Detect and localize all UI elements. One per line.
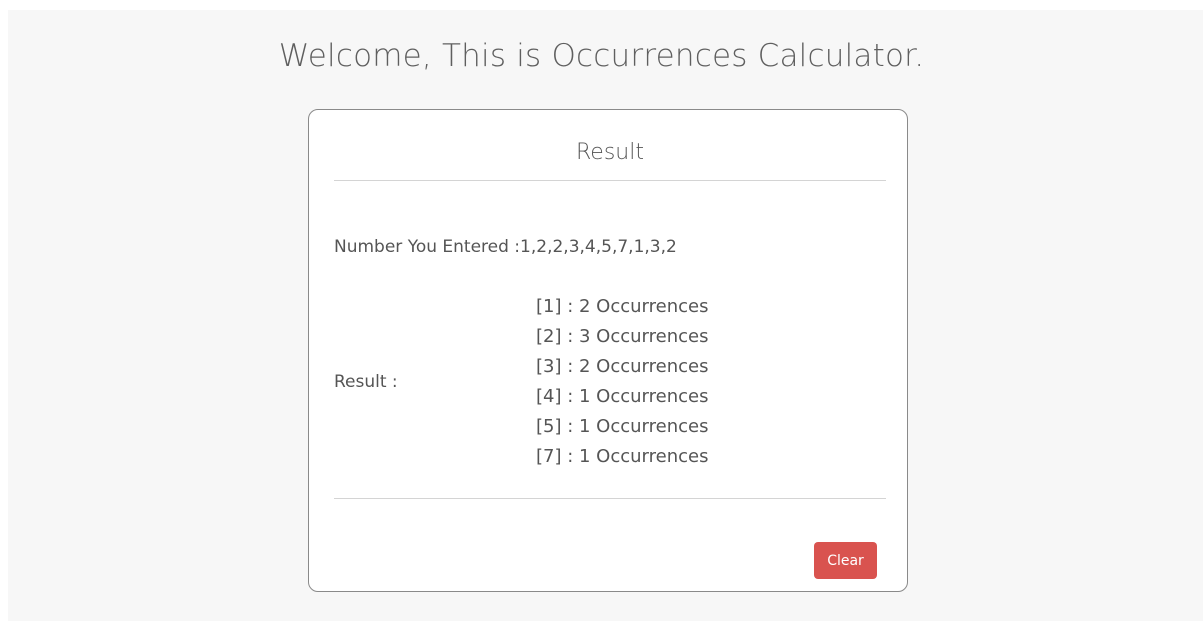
page-title: Welcome, This is Occurrences Calculator.	[278, 38, 925, 74]
result-item: [4] : 1 Occurrences	[536, 386, 709, 407]
entered-numbers-row: Number You Entered :1,2,2,3,4,5,7,1,3,2	[334, 237, 677, 257]
result-card: Result Number You Entered :1,2,2,3,4,5,7…	[308, 109, 908, 592]
result-item: [7] : 1 Occurrences	[536, 446, 709, 467]
page-background: Welcome, This is Occurrences Calculator.…	[8, 10, 1203, 621]
entered-numbers-label: Number You Entered :	[334, 237, 521, 257]
result-item: [2] : 3 Occurrences	[536, 326, 709, 347]
result-label: Result :	[334, 372, 398, 392]
result-item: [5] : 1 Occurrences	[536, 416, 709, 437]
clear-button[interactable]: Clear	[814, 542, 877, 579]
result-list: [1] : 2 Occurrences [2] : 3 Occurrences …	[536, 292, 708, 472]
result-item: [3] : 2 Occurrences	[536, 356, 709, 377]
result-item: [1] : 2 Occurrences	[536, 296, 709, 317]
footer-divider	[334, 498, 886, 499]
card-title: Result	[576, 140, 644, 165]
card-header: Result	[334, 110, 886, 181]
entered-numbers-value: 1,2,2,3,4,5,7,1,3,2	[520, 237, 677, 257]
